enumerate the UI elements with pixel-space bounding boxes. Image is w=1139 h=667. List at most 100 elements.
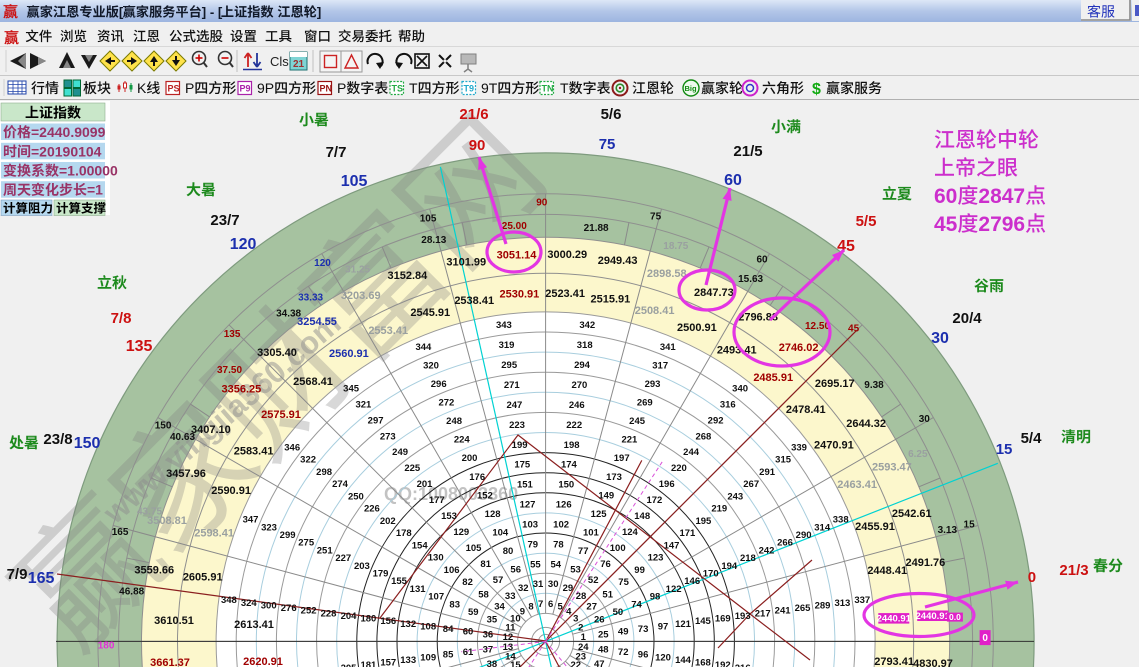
svg-text:2568.41: 2568.41 [293, 376, 333, 388]
svg-text:2: 2 [578, 622, 583, 633]
svg-text:225: 225 [404, 463, 421, 474]
svg-text:0.0: 0.0 [949, 612, 961, 622]
svg-text:76: 76 [600, 559, 611, 570]
svg-text:275: 275 [298, 538, 315, 549]
svg-text:48: 48 [598, 645, 609, 656]
svg-text:97: 97 [658, 621, 669, 632]
svg-text:144: 144 [675, 655, 692, 666]
svg-text:Big: Big [685, 84, 698, 93]
svg-text:153: 153 [441, 511, 457, 522]
svg-text:296: 296 [431, 379, 447, 390]
svg-text:79: 79 [528, 539, 539, 550]
svg-text:3610.51: 3610.51 [154, 615, 194, 627]
svg-text:51: 51 [602, 589, 613, 600]
svg-text:342: 342 [579, 320, 595, 331]
svg-text:3000.29: 3000.29 [547, 249, 587, 261]
svg-text:46.88: 46.88 [119, 586, 144, 597]
svg-text:7/8: 7/8 [111, 310, 132, 327]
svg-text:217: 217 [755, 608, 771, 619]
svg-text:121: 121 [675, 619, 692, 630]
svg-text:28: 28 [576, 591, 587, 602]
svg-text:99: 99 [634, 565, 645, 576]
svg-text:P: P [185, 80, 194, 96]
svg-text:181: 181 [360, 660, 377, 667]
svg-text:27: 27 [586, 602, 597, 613]
svg-text:269: 269 [637, 398, 653, 409]
svg-text:37: 37 [483, 645, 494, 656]
svg-text:344: 344 [415, 342, 432, 353]
svg-text:222: 222 [566, 420, 582, 431]
svg-text:83: 83 [449, 599, 460, 610]
svg-text:242: 242 [759, 545, 775, 556]
svg-text:3203.69: 3203.69 [341, 290, 381, 302]
svg-text:35: 35 [487, 615, 498, 626]
svg-text:295: 295 [501, 360, 518, 371]
svg-text:3.13: 3.13 [938, 525, 958, 536]
svg-text:3152.84: 3152.84 [388, 270, 429, 282]
svg-text:0: 0 [982, 633, 988, 644]
svg-text:90: 90 [469, 137, 486, 154]
svg-text:227: 227 [335, 553, 351, 564]
svg-text:107: 107 [428, 592, 444, 603]
svg-text:18.75: 18.75 [663, 241, 688, 252]
svg-text:55: 55 [530, 559, 541, 570]
svg-text:176: 176 [469, 472, 485, 483]
svg-text:173: 173 [606, 472, 622, 483]
svg-text:21.88: 21.88 [584, 223, 609, 234]
svg-text:23/7: 23/7 [210, 212, 239, 229]
svg-text:9P: 9P [257, 80, 274, 96]
svg-text:194: 194 [721, 561, 738, 572]
svg-text:224: 224 [454, 435, 471, 446]
svg-text:P9: P9 [240, 84, 251, 94]
svg-text:291: 291 [759, 467, 776, 478]
svg-text:8: 8 [528, 602, 533, 613]
svg-text:267: 267 [743, 479, 759, 490]
svg-text:15.63: 15.63 [738, 274, 763, 285]
svg-text:P: P [337, 80, 346, 96]
svg-text:193: 193 [735, 611, 751, 622]
svg-text:293: 293 [645, 379, 661, 390]
svg-text:248: 248 [446, 416, 462, 427]
svg-text:3305.40: 3305.40 [257, 347, 297, 359]
svg-text:78: 78 [553, 539, 564, 550]
svg-text:201: 201 [417, 479, 434, 490]
svg-text:2560.91: 2560.91 [329, 348, 369, 360]
svg-text:125: 125 [591, 509, 608, 520]
svg-text:2620.91: 2620.91 [243, 656, 283, 667]
svg-text:61: 61 [463, 647, 474, 658]
svg-text:155: 155 [391, 576, 408, 587]
svg-text:45: 45 [848, 323, 860, 334]
svg-text:33: 33 [505, 591, 516, 602]
svg-text:348: 348 [221, 595, 237, 606]
svg-text:3254.55: 3254.55 [297, 316, 337, 328]
svg-text:25: 25 [598, 629, 609, 640]
svg-text:34: 34 [494, 602, 505, 613]
svg-text:45: 45 [934, 213, 958, 236]
svg-text:37.50: 37.50 [217, 365, 242, 376]
svg-text:108: 108 [420, 621, 436, 632]
svg-text:59: 59 [468, 607, 479, 618]
svg-text:129: 129 [453, 527, 469, 538]
svg-text:2500.91: 2500.91 [677, 322, 717, 334]
svg-text:102: 102 [553, 520, 569, 531]
svg-text:135: 135 [224, 329, 241, 340]
svg-text:300: 300 [261, 601, 277, 612]
svg-text:320: 320 [423, 360, 439, 371]
svg-text:TN: TN [542, 84, 554, 94]
svg-text:219: 219 [711, 504, 727, 515]
svg-text:5/6: 5/6 [601, 106, 622, 123]
svg-text:132: 132 [400, 619, 416, 630]
svg-text:2440.91: 2440.91 [877, 614, 912, 625]
svg-text:20/4: 20/4 [952, 310, 982, 327]
svg-text:2553.41: 2553.41 [368, 325, 408, 337]
svg-text:226: 226 [364, 504, 380, 515]
svg-text:26: 26 [594, 615, 605, 626]
svg-text:131: 131 [410, 584, 427, 595]
svg-text:43.75: 43.75 [137, 507, 162, 518]
svg-text:9.38: 9.38 [864, 380, 884, 391]
svg-text:223: 223 [509, 420, 525, 431]
svg-text:T: T [409, 80, 418, 96]
svg-text:179: 179 [373, 569, 389, 580]
svg-text:23: 23 [576, 652, 587, 663]
svg-text:30: 30 [548, 579, 559, 590]
